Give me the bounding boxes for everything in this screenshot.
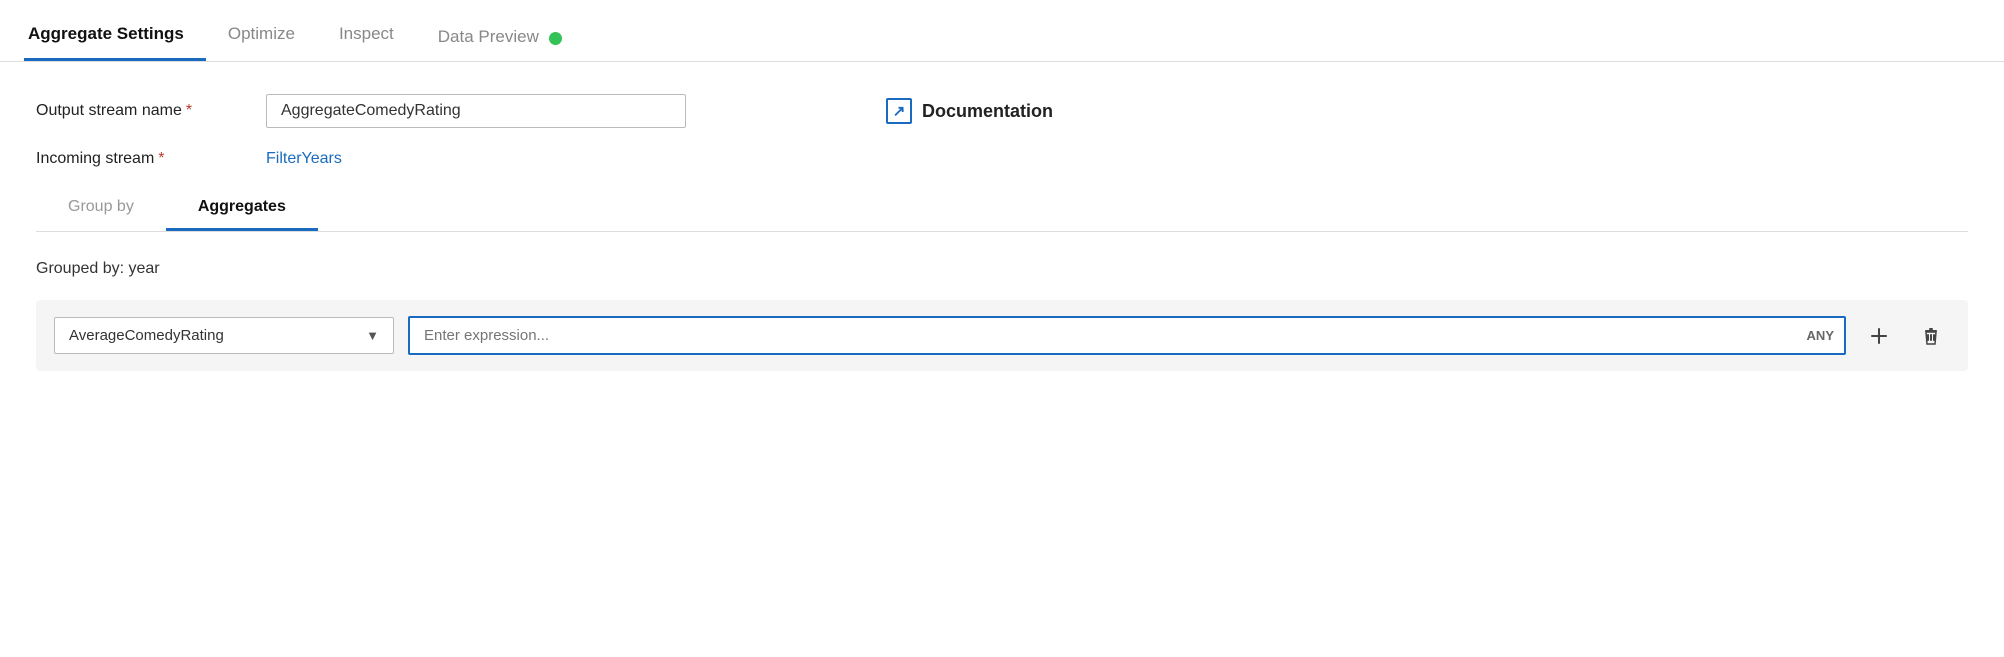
- documentation-link[interactable]: Documentation: [886, 98, 1053, 124]
- output-stream-label: Output stream name*: [36, 102, 266, 120]
- delete-aggregate-button[interactable]: [1912, 319, 1950, 353]
- any-badge: ANY: [1807, 328, 1834, 343]
- external-link-icon: [886, 98, 912, 124]
- top-tab-bar: Aggregate Settings Optimize Inspect Data…: [0, 0, 2004, 62]
- tab-inspect[interactable]: Inspect: [317, 24, 416, 61]
- secondary-tab-bar: Group by Aggregates: [36, 190, 1968, 232]
- tab-aggregate-settings[interactable]: Aggregate Settings: [24, 24, 206, 61]
- grouped-by-label: Grouped by: year: [36, 260, 1968, 278]
- tab-aggregates[interactable]: Aggregates: [166, 190, 318, 231]
- plus-icon: [1868, 325, 1890, 347]
- main-content: Output stream name* Documentation Incomi…: [0, 62, 2004, 395]
- tab-data-preview[interactable]: Data Preview: [416, 27, 562, 61]
- incoming-stream-label: Incoming stream*: [36, 150, 266, 168]
- incoming-stream-required: *: [158, 150, 164, 167]
- incoming-stream-link[interactable]: FilterYears: [266, 150, 342, 168]
- column-dropdown-value: AverageComedyRating: [69, 327, 224, 344]
- expression-input[interactable]: [420, 318, 1799, 353]
- dropdown-arrow-icon: ▼: [366, 328, 379, 343]
- aggregate-row: AverageComedyRating ▼ ANY: [36, 300, 1968, 371]
- expression-input-wrap: ANY: [408, 316, 1846, 355]
- output-stream-required: *: [186, 102, 192, 119]
- trash-icon: [1920, 325, 1942, 347]
- output-stream-input[interactable]: [266, 94, 686, 128]
- tab-optimize[interactable]: Optimize: [206, 24, 317, 61]
- data-preview-status-dot: [549, 32, 562, 45]
- tab-group-by[interactable]: Group by: [36, 190, 166, 231]
- add-aggregate-button[interactable]: [1860, 319, 1898, 353]
- incoming-stream-row: Incoming stream* FilterYears: [36, 150, 1968, 168]
- output-stream-row: Output stream name* Documentation: [36, 94, 1968, 128]
- column-dropdown[interactable]: AverageComedyRating ▼: [54, 317, 394, 354]
